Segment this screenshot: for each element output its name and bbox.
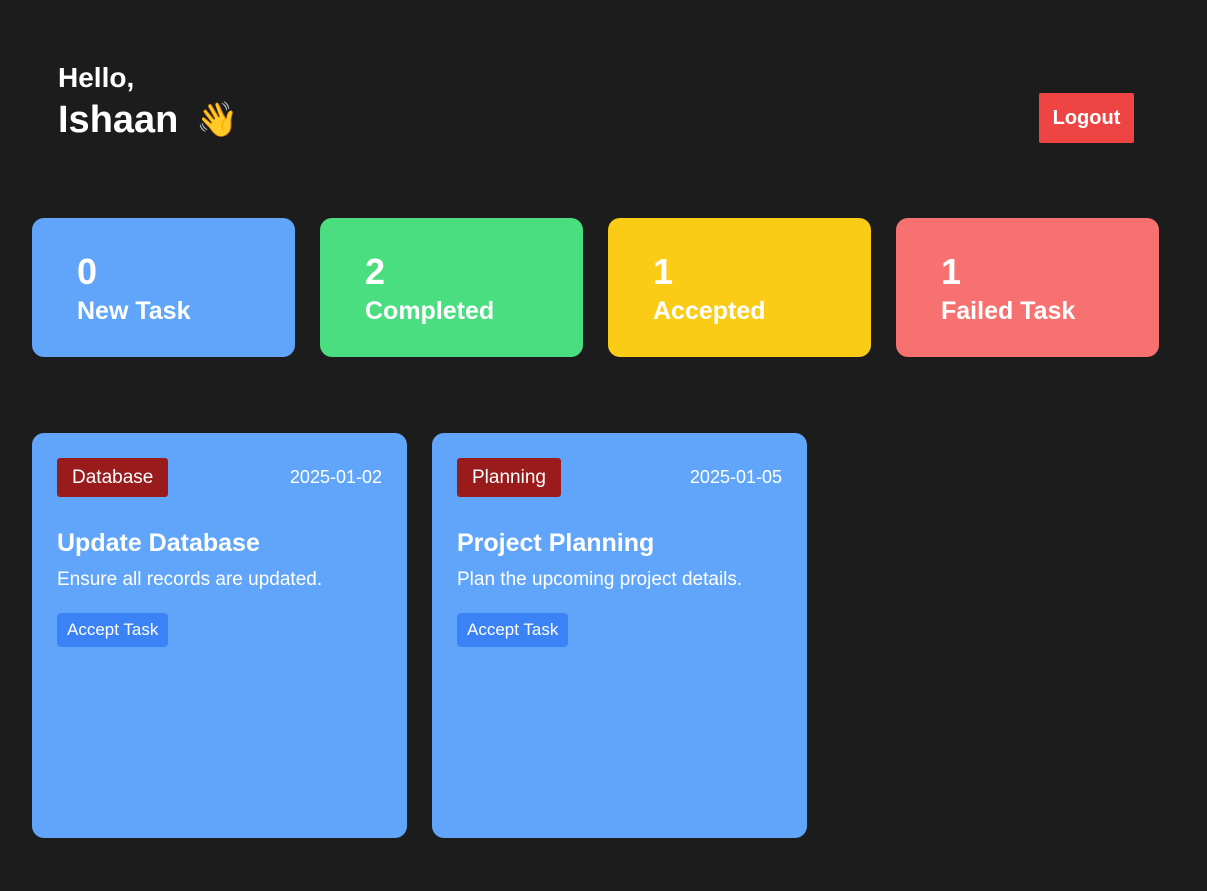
greeting-hello: Hello, (58, 62, 135, 93)
logout-button[interactable]: Logout (1039, 93, 1134, 143)
task-date: 2025-01-05 (689, 467, 782, 487)
user-name: Ishaan (58, 99, 179, 141)
waving-hand-icon: 👋 (196, 101, 239, 139)
accept-task-button[interactable]: Accept Task (57, 613, 169, 647)
task-list: Database 2025-01-02 Update Database Ensu… (32, 433, 807, 838)
stat-label: Accepted (653, 297, 766, 325)
stat-count: 0 (77, 251, 98, 292)
stat-label: New Task (77, 297, 191, 325)
user-name-row: Ishaan 👋 (58, 96, 239, 144)
task-title: Update Database (57, 529, 260, 557)
task-category-badge: Planning (457, 458, 561, 497)
stat-card-failed-task: 1 Failed Task (896, 218, 1159, 357)
greeting: Hello, Ishaan 👋 (58, 60, 239, 144)
task-card-header: Planning 2025-01-05 (457, 458, 782, 497)
task-card-header: Database 2025-01-02 (57, 458, 382, 497)
stat-card-new-task: 0 New Task (32, 218, 295, 357)
task-stats: 0 New Task 2 Completed 1 Accepted 1 Fail… (32, 218, 1159, 357)
stat-count: 1 (941, 251, 962, 292)
stat-card-completed: 2 Completed (320, 218, 583, 357)
task-date: 2025-01-02 (289, 467, 382, 487)
task-card: Database 2025-01-02 Update Database Ensu… (32, 433, 407, 838)
stat-count: 2 (365, 251, 386, 292)
stat-card-accepted: 1 Accepted (608, 218, 871, 357)
stat-label: Failed Task (941, 297, 1076, 325)
stat-count: 1 (653, 251, 674, 292)
employee-dashboard: Hello, Ishaan 👋 Logout 0 New Task 2 Comp… (0, 0, 1207, 891)
task-card: Planning 2025-01-05 Project Planning Pla… (432, 433, 807, 838)
task-description: Ensure all records are updated. (57, 569, 323, 590)
task-category-badge: Database (57, 458, 169, 497)
task-title: Project Planning (457, 529, 655, 557)
accept-task-button[interactable]: Accept Task (457, 613, 569, 647)
task-description: Plan the upcoming project details. (457, 569, 743, 590)
stat-label: Completed (365, 297, 495, 325)
